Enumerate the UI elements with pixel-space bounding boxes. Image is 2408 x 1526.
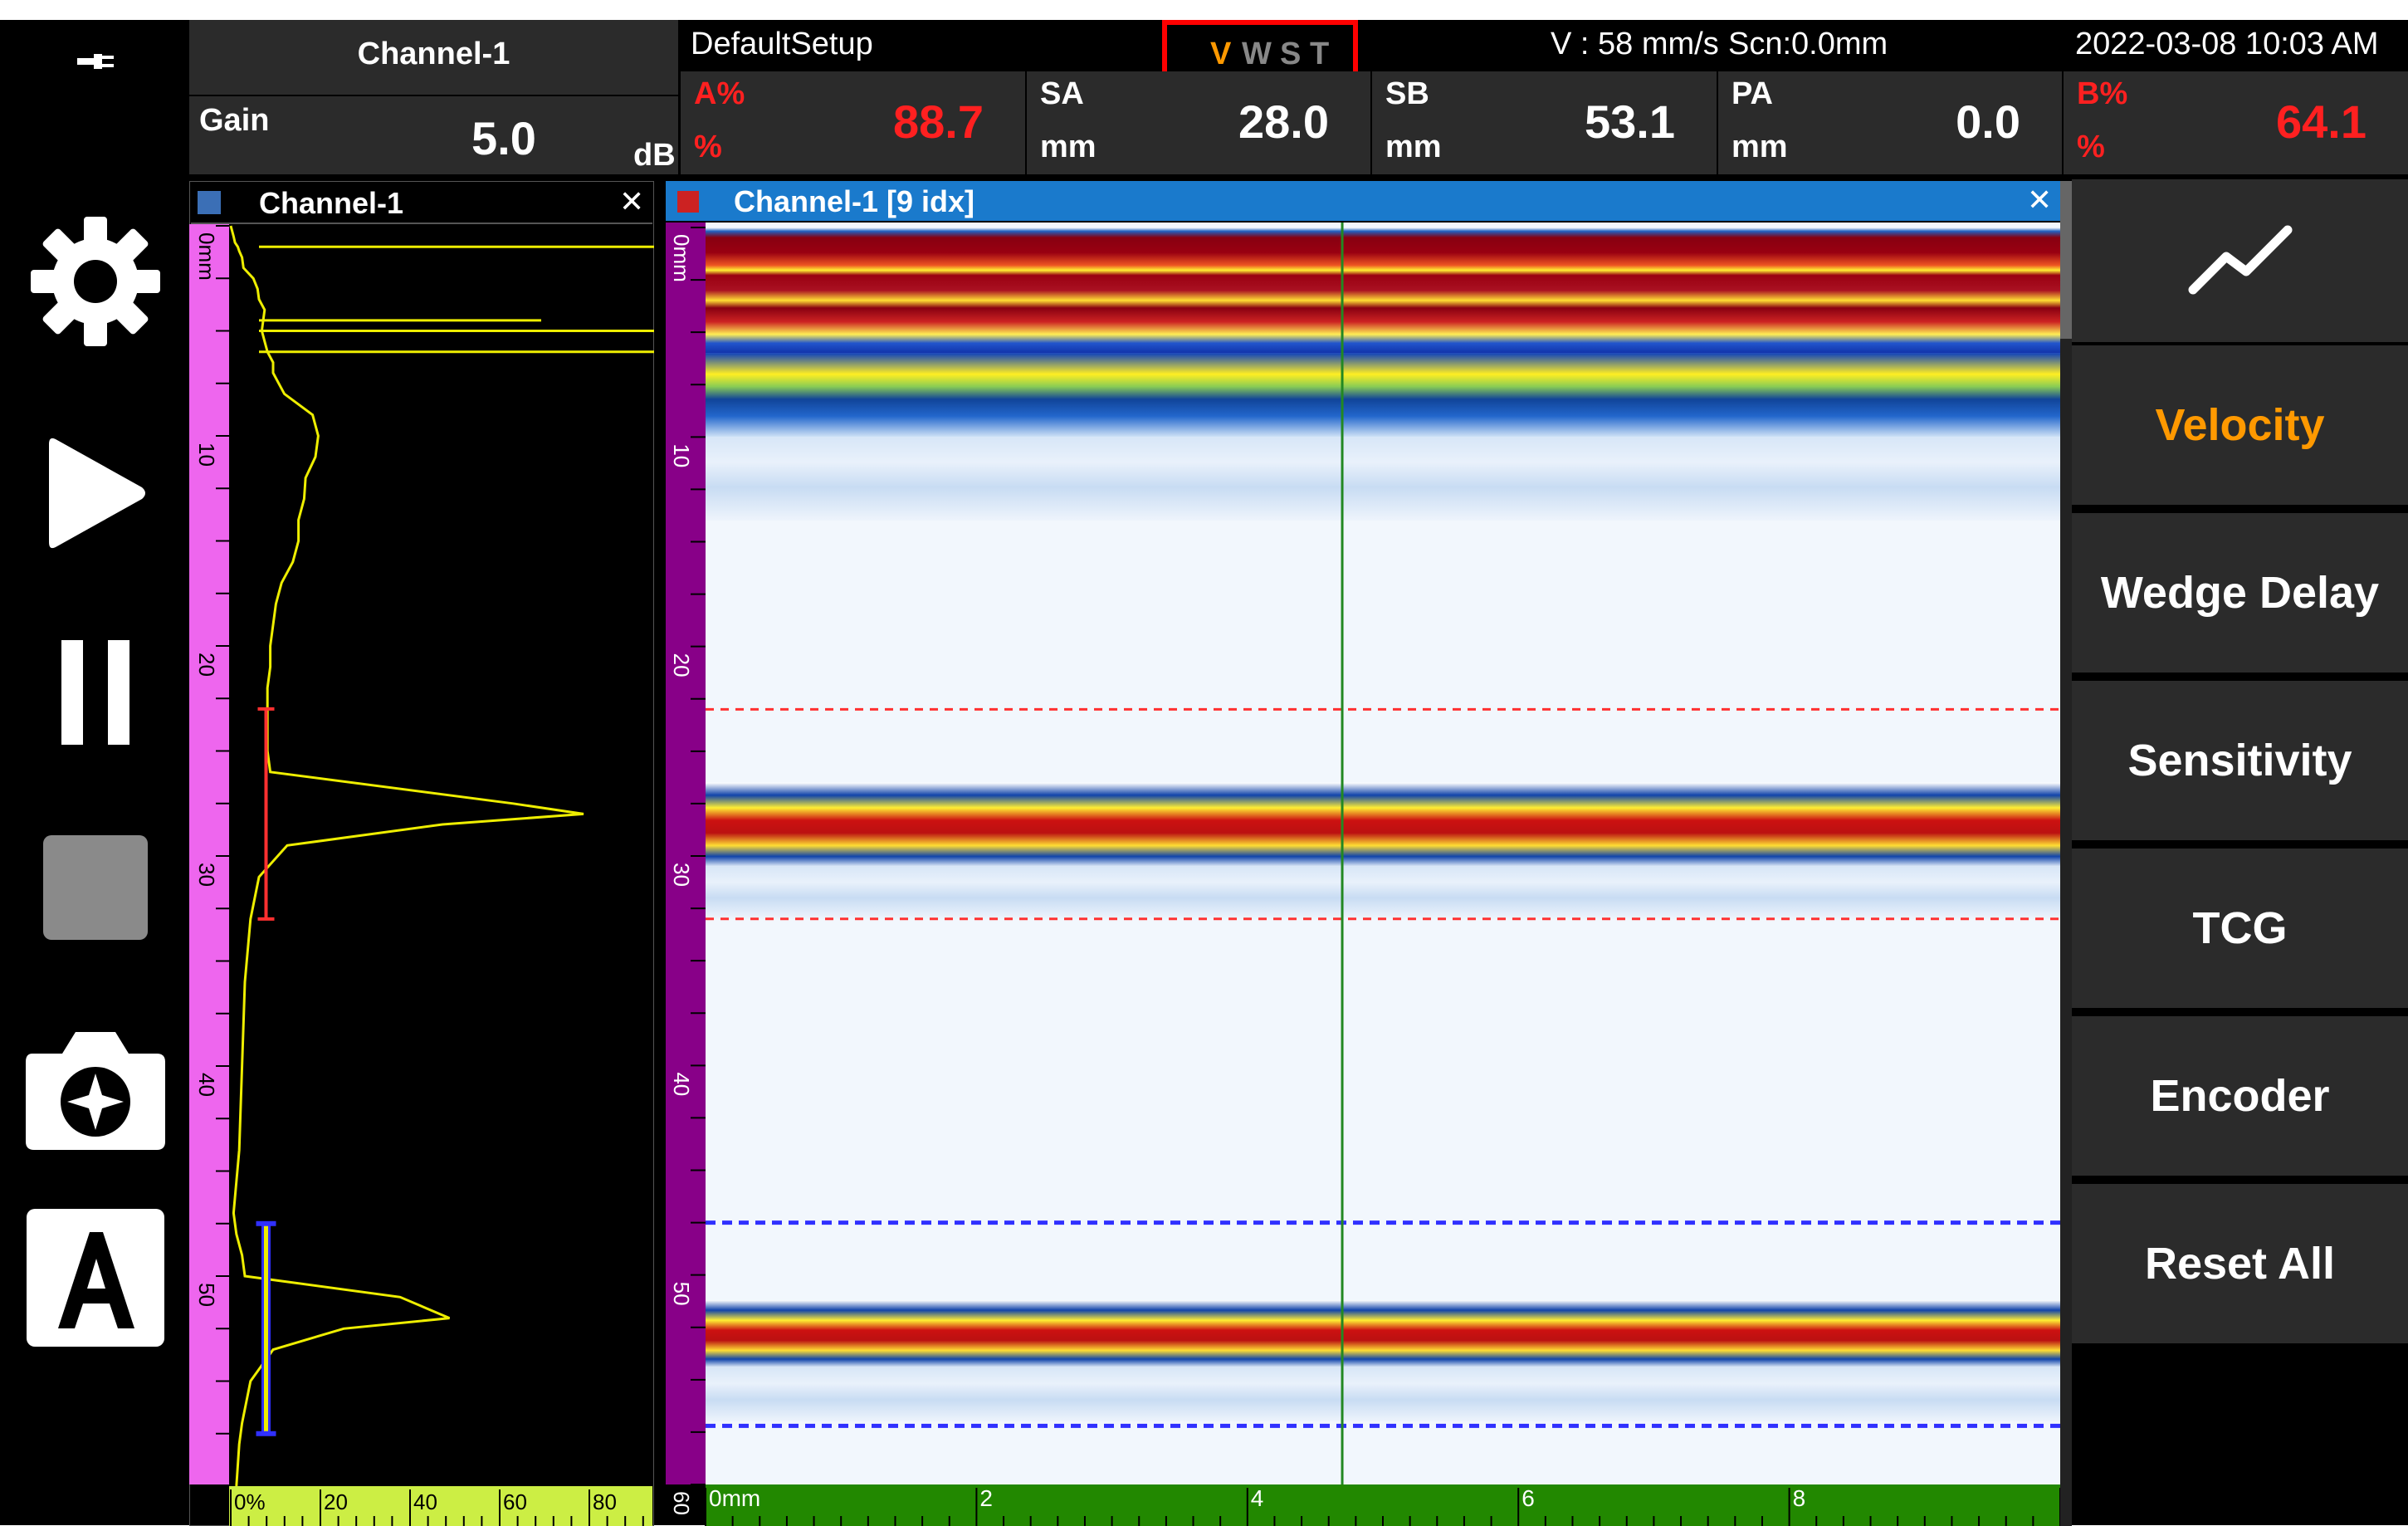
pale-noise-band — [706, 866, 2060, 919]
bscan-image[interactable]: 0mm1020304050600mm246810 — [666, 223, 2060, 1526]
status-bar: DefaultSetup V W S T V : 58 mm/s Scn:0.0… — [681, 20, 2408, 81]
front-wall-echo — [706, 227, 2060, 354]
close-icon[interactable]: ✕ — [2027, 183, 2052, 218]
readout-label: PA — [1732, 76, 1773, 111]
amplitude-tick-label: 60 — [503, 1489, 527, 1514]
trend-line-icon — [2188, 225, 2292, 295]
datetime-readout: 2022-03-08 10:03 AM — [2075, 27, 2379, 61]
readout-unit: % — [694, 130, 722, 164]
readout-pa[interactable]: PA mm 0.0 — [1718, 71, 2062, 174]
readout-sa[interactable]: SA mm 28.0 — [1027, 71, 1370, 174]
menu-velocity[interactable]: Velocity — [2072, 345, 2408, 505]
readout-value: 53.1 — [1585, 95, 1675, 148]
status-letter-s: S — [1280, 37, 1302, 71]
readout-value: 0.0 — [1956, 95, 2020, 148]
camera-icon[interactable] — [17, 1008, 174, 1166]
connector-icon[interactable] — [17, 37, 174, 86]
pause-icon[interactable] — [17, 626, 174, 759]
play-icon[interactable] — [17, 418, 174, 568]
pale-noise-band — [706, 437, 2060, 521]
scan-tick-label: 8 — [1793, 1485, 1806, 1511]
ascan-titlebar: Channel-1 ✕ — [191, 183, 652, 224]
settings-gear-icon[interactable] — [17, 211, 174, 352]
readout-value: 88.7 — [893, 95, 984, 148]
readout-value: 28.0 — [1238, 95, 1329, 148]
menu-reset-all[interactable]: Reset All — [2072, 1184, 2408, 1343]
readout-unit: % — [2077, 130, 2105, 164]
ascan-title: Channel-1 — [259, 186, 404, 220]
gain-control[interactable]: Gain 5.0 dB — [189, 96, 678, 174]
readout-a-pct[interactable]: A%% 88.7 — [681, 71, 1025, 174]
scan-readout: Scn:0.0mm — [1728, 27, 1888, 61]
amplitude-tick-label: 20 — [324, 1489, 348, 1514]
gate-b-marker — [261, 1222, 271, 1436]
auto-a-icon[interactable] — [17, 1199, 174, 1357]
ascan-chart: 0mm 10 20 30 40 50 60 0% 20 40 60 80 — [189, 224, 654, 1526]
scan-tick-label: 4 — [1251, 1485, 1264, 1511]
gain-value: 5.0 — [471, 112, 536, 164]
ascan-panel-icon — [198, 191, 221, 214]
menu-wedge-delay[interactable]: Wedge Delay — [2072, 513, 2408, 673]
readout-b-pct[interactable]: B%% 64.1 — [2064, 71, 2408, 174]
ascan-trace — [229, 225, 584, 1487]
amplitude-tick-label: 80 — [593, 1489, 617, 1514]
amplitude-tick-label: 40 — [413, 1489, 437, 1514]
pale-noise-band — [706, 1367, 2060, 1422]
channel-header[interactable]: Channel-1 — [189, 20, 678, 95]
scan-tick-label: 2 — [979, 1485, 993, 1511]
bscan-titlebar: Channel-1 [9 idx] ✕ — [666, 181, 2060, 221]
menu-tcg[interactable]: TCG — [2072, 849, 2408, 1008]
menu-sensitivity[interactable]: Sensitivity — [2072, 681, 2408, 840]
amplitude-tick-label: 0% — [234, 1489, 266, 1514]
scan-tick-label: 6 — [1521, 1485, 1535, 1511]
trend-button[interactable] — [2072, 179, 2408, 342]
gate-b-echo — [706, 1299, 2060, 1367]
bscan-depth-label: 40 — [669, 1072, 694, 1096]
depth-tick-label: 20 — [194, 653, 219, 677]
depth-tick-label: 50 — [194, 1283, 219, 1307]
left-toolbar — [0, 20, 188, 1525]
readout-label: SA — [1040, 76, 1084, 111]
depth-tick-label: 60 — [194, 1493, 219, 1517]
bscan-panel-icon — [677, 191, 699, 213]
scan-tick-label: 0mm — [709, 1485, 760, 1511]
stop-icon[interactable] — [17, 817, 174, 958]
gain-label: Gain — [199, 103, 270, 138]
readout-unit: mm — [1385, 130, 1442, 164]
readout-unit: mm — [1040, 130, 1097, 164]
bscan-depth-label: 0mm — [669, 234, 694, 282]
readout-sb[interactable]: SB mm 53.1 — [1372, 71, 1717, 174]
bscan-depth-label: 50 — [669, 1282, 694, 1306]
status-letter-w: W — [1242, 37, 1272, 71]
close-icon[interactable]: ✕ — [619, 184, 644, 219]
gain-unit: dB — [633, 138, 676, 173]
depth-tick-label: 40 — [194, 1073, 219, 1097]
status-letter-t: T — [1310, 37, 1330, 71]
channel-label: Channel-1 — [357, 37, 510, 71]
readout-unit: mm — [1732, 130, 1788, 164]
status-letter-v: V — [1210, 37, 1232, 71]
bscan-depth-label: 30 — [669, 863, 694, 887]
bscan-depth-label: 20 — [669, 653, 694, 677]
readout-label: SB — [1385, 76, 1429, 111]
velocity-readout: V : 58 mm/s — [1551, 27, 1719, 61]
bscan-title: Channel-1 [9 idx] — [734, 184, 975, 218]
menu-encoder[interactable]: Encoder — [2072, 1016, 2408, 1176]
depth-tick-label: 0mm — [194, 232, 219, 281]
near-surface-band — [706, 353, 2060, 438]
depth-tick-label: 30 — [194, 863, 219, 887]
scrollbar-track[interactable] — [2060, 339, 2072, 1526]
scrollbar-thumb[interactable] — [2060, 181, 2072, 339]
gate-a-echo — [706, 782, 2060, 867]
readout-label: A% — [694, 76, 745, 111]
bscan-depth-label: 60 — [669, 1491, 694, 1515]
setup-name: DefaultSetup — [691, 27, 873, 61]
readout-value: 64.1 — [2276, 95, 2366, 148]
depth-tick-label: 10 — [194, 443, 219, 467]
readout-label: B% — [2077, 76, 2128, 111]
bscan-depth-label: 10 — [669, 443, 694, 467]
